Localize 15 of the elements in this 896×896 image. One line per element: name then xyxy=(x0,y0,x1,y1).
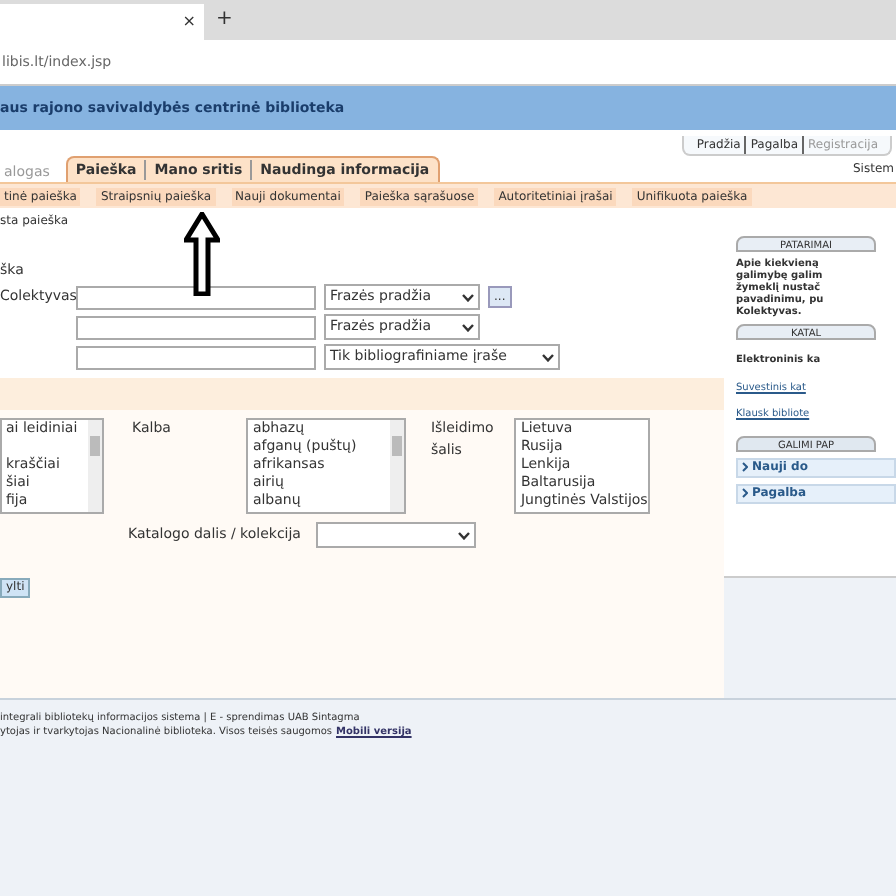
dropdown[interactable] xyxy=(316,522,477,548)
close-icon[interactable]: × xyxy=(182,10,196,34)
input-field[interactable] xyxy=(76,345,316,369)
caret-icon xyxy=(462,323,474,331)
input-field[interactable] xyxy=(76,315,316,339)
scrollbar[interactable] xyxy=(88,420,102,512)
caret-icon xyxy=(542,353,554,361)
input-field[interactable] xyxy=(76,285,316,309)
chevron-right-icon xyxy=(742,462,748,472)
caret-icon xyxy=(462,293,474,301)
new-tab-button[interactable]: + xyxy=(216,4,233,34)
caret-icon xyxy=(458,531,471,539)
chevron-right-icon xyxy=(742,488,748,498)
browser-tab[interactable]: × xyxy=(0,4,204,40)
scrollbar[interactable] xyxy=(390,420,405,512)
